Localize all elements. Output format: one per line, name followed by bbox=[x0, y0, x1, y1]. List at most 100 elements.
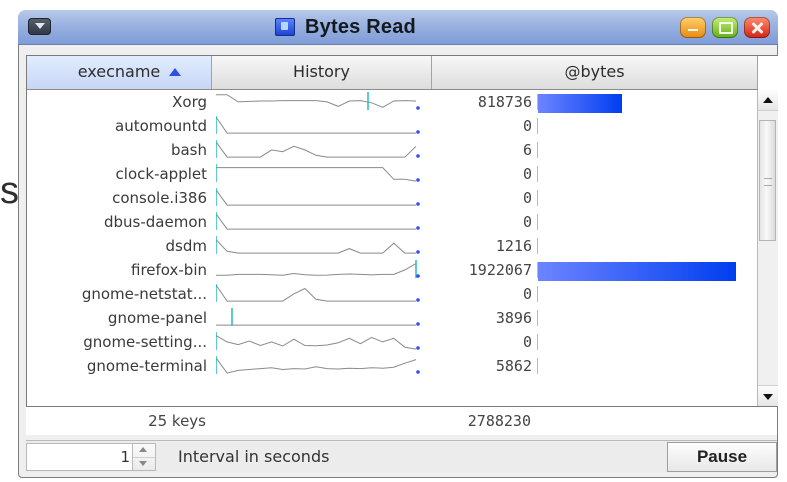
sort-ascending-icon bbox=[169, 68, 181, 76]
keys-count: 25 keys bbox=[148, 412, 206, 430]
table-row[interactable]: dsdm 1216 bbox=[27, 234, 758, 258]
bytes-value: 0 bbox=[522, 117, 532, 135]
scroll-thumb[interactable] bbox=[759, 120, 776, 241]
bytes-bar-axis bbox=[537, 214, 538, 230]
history-sparkline bbox=[215, 284, 428, 304]
table-row[interactable]: console.i386 0 bbox=[27, 186, 758, 210]
column-header-history[interactable]: History bbox=[212, 56, 432, 89]
history-line bbox=[215, 284, 416, 302]
history-sparkline bbox=[216, 260, 428, 280]
table-row[interactable]: bash 6 bbox=[27, 138, 758, 162]
bytes-table: execname History @bytes Xorg 818736 automo… bbox=[26, 55, 778, 407]
execname-cell: gnome-panel bbox=[107, 309, 207, 327]
bytes-value: 5862 bbox=[495, 357, 532, 375]
close-icon[interactable] bbox=[744, 17, 770, 38]
table-row[interactable]: gnome-terminal 5862 bbox=[27, 354, 758, 378]
bytes-bar-cell bbox=[537, 285, 737, 303]
execname-cell: automountd bbox=[115, 117, 207, 135]
offscreen-text-fragment: s bbox=[0, 170, 19, 212]
bytes-bar-cell bbox=[537, 333, 737, 351]
history-sparkline bbox=[215, 236, 428, 256]
history-line bbox=[215, 213, 416, 230]
table-body: Xorg 818736 automountd 0 bash 6 clock-applet 0 c… bbox=[27, 90, 758, 406]
history-chart bbox=[215, 188, 420, 206]
interval-controls: 1 Interval in seconds Pause bbox=[26, 440, 777, 473]
column-header-execname[interactable]: execname bbox=[27, 56, 212, 89]
title-bar: Bytes Read bbox=[18, 10, 778, 45]
table-row[interactable]: firefox-bin 1922067 bbox=[27, 258, 758, 282]
table-row[interactable]: gnome-setting... 0 bbox=[27, 330, 758, 354]
window-title: Bytes Read bbox=[305, 15, 416, 38]
decrement-icon[interactable] bbox=[133, 457, 155, 470]
maximize-icon[interactable] bbox=[712, 17, 738, 38]
table-row[interactable]: dbus-daemon 0 bbox=[27, 210, 758, 234]
history-sparkline bbox=[215, 116, 428, 136]
history-endpoint bbox=[416, 106, 420, 110]
app-icon bbox=[275, 18, 295, 36]
history-chart bbox=[215, 212, 420, 230]
bytes-value: 818736 bbox=[477, 93, 532, 111]
table-row[interactable]: gnome-netstat... 0 bbox=[27, 282, 758, 306]
history-line bbox=[215, 116, 416, 134]
minimize-icon[interactable] bbox=[680, 17, 706, 38]
interval-spinbox[interactable]: 1 bbox=[26, 443, 156, 471]
bytes-read-window: Bytes Read execname History @bytes Xorg 8… bbox=[18, 10, 778, 478]
scroll-up-icon[interactable] bbox=[758, 90, 778, 111]
bytes-value: 1216 bbox=[495, 237, 532, 255]
table-row[interactable]: Xorg 818736 bbox=[27, 90, 758, 114]
interval-value[interactable]: 1 bbox=[120, 447, 130, 467]
bytes-bar bbox=[538, 94, 622, 113]
scroll-down-icon[interactable] bbox=[758, 385, 778, 406]
bytes-bar-axis bbox=[537, 142, 538, 158]
column-header-label: execname bbox=[77, 62, 161, 81]
table-row[interactable]: automountd 0 bbox=[27, 114, 758, 138]
column-header-bytes[interactable]: @bytes bbox=[432, 56, 758, 89]
execname-cell: clock-applet bbox=[115, 165, 207, 183]
history-sparkline bbox=[216, 308, 428, 328]
history-chart bbox=[216, 92, 420, 110]
history-endpoint bbox=[416, 130, 420, 134]
bytes-bar bbox=[538, 262, 736, 281]
bytes-value: 0 bbox=[522, 333, 532, 351]
bytes-value: 3896 bbox=[495, 309, 532, 327]
window-menu-icon[interactable] bbox=[28, 18, 51, 35]
increment-icon[interactable] bbox=[133, 444, 155, 458]
bytes-bar-cell bbox=[537, 165, 737, 183]
history-endpoint bbox=[416, 226, 420, 230]
bytes-bar-cell bbox=[537, 261, 737, 281]
history-endpoint bbox=[416, 370, 420, 374]
bytes-bar-cell bbox=[537, 237, 737, 255]
history-line bbox=[216, 263, 417, 276]
bytes-bar-axis bbox=[537, 358, 538, 374]
history-sparkline bbox=[215, 188, 428, 208]
bytes-value: 0 bbox=[522, 213, 532, 231]
execname-cell: gnome-netstat... bbox=[81, 285, 207, 303]
pause-button[interactable]: Pause bbox=[667, 442, 777, 472]
window-controls bbox=[680, 17, 770, 38]
column-header-label: History bbox=[293, 62, 350, 81]
vertical-scrollbar[interactable] bbox=[757, 90, 778, 406]
bytes-value: 6 bbox=[522, 141, 532, 159]
table-header: execname History @bytes bbox=[27, 56, 758, 90]
history-chart bbox=[215, 284, 420, 302]
history-chart bbox=[216, 308, 420, 326]
bytes-value: 0 bbox=[522, 189, 532, 207]
bytes-bar-axis bbox=[537, 310, 538, 326]
table-row[interactable]: clock-applet 0 bbox=[27, 162, 758, 186]
table-summary: 25 keys 2788230 bbox=[26, 407, 777, 435]
history-line bbox=[216, 94, 417, 108]
execname-cell: Xorg bbox=[172, 93, 207, 111]
execname-cell: gnome-terminal bbox=[86, 357, 207, 375]
interval-stepper[interactable] bbox=[132, 444, 155, 470]
history-endpoint bbox=[416, 274, 420, 278]
bytes-bar-axis bbox=[537, 238, 538, 254]
table-row[interactable]: gnome-panel 3896 bbox=[27, 306, 758, 330]
history-endpoint bbox=[416, 178, 420, 182]
history-chart bbox=[215, 164, 420, 182]
bytes-value: 1922067 bbox=[468, 261, 532, 279]
execname-cell: firefox-bin bbox=[131, 261, 207, 279]
total-bytes: 2788230 bbox=[467, 412, 531, 430]
history-sparkline bbox=[215, 140, 428, 160]
history-line bbox=[215, 141, 417, 158]
history-endpoint bbox=[416, 346, 420, 350]
